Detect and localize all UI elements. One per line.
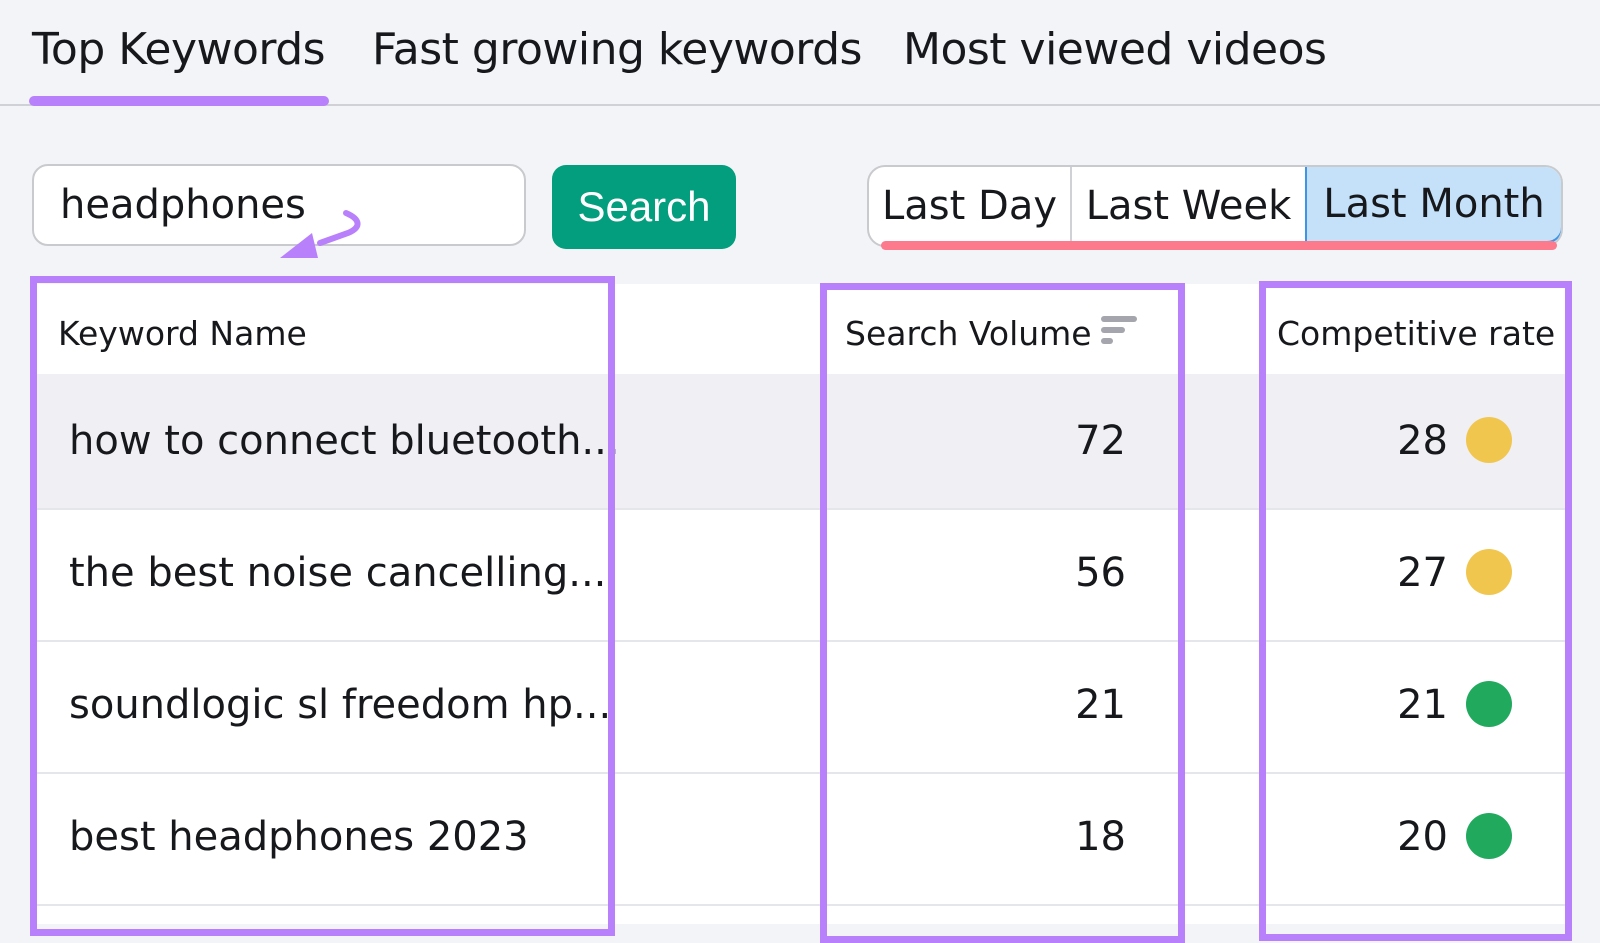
search-volume-cell: 18 [1075, 814, 1126, 860]
competitive-rate-cell: 27 [1397, 550, 1448, 596]
tab-top-keywords[interactable]: Top Keywords [32, 24, 326, 75]
sort-icon[interactable] [1099, 314, 1139, 348]
search-volume-cell: 21 [1075, 682, 1126, 728]
period-last-day[interactable]: Last Day [869, 167, 1072, 245]
keyword-cell: soundlogic sl freedom hp... [69, 682, 612, 728]
competitive-rate-dot-icon [1466, 549, 1512, 595]
keyword-cell: the best noise cancelling... [69, 550, 607, 596]
column-header-competitive-rate[interactable]: Competitive rate [1277, 314, 1555, 353]
competitive-rate-cell: 28 [1397, 418, 1448, 464]
table-row[interactable]: the best noise cancelling... 56 27 [36, 506, 1566, 642]
competitive-rate-dot-icon [1466, 681, 1512, 727]
competitive-rate-cell: 21 [1397, 682, 1448, 728]
keyword-cell: how to connect bluetooth... [69, 418, 620, 464]
table-row[interactable]: soundlogic sl freedom hp... 21 21 [36, 638, 1566, 774]
period-last-month[interactable]: Last Month [1305, 167, 1561, 243]
competitive-rate-cell: 20 [1397, 814, 1448, 860]
competitive-rate-dot-icon [1466, 813, 1512, 859]
search-volume-cell: 56 [1075, 550, 1126, 596]
table-row[interactable]: best headphones 2023 18 20 [36, 770, 1566, 906]
keyword-cell: best headphones 2023 [69, 814, 529, 860]
competitive-rate-dot-icon [1466, 417, 1512, 463]
search-volume-cell: 72 [1075, 418, 1126, 464]
period-selector: Last Day Last Week Last Month [867, 165, 1563, 247]
table-header: Keyword Name Search Volume Competitive r… [36, 284, 1566, 382]
tab-most-viewed-videos[interactable]: Most viewed videos [903, 24, 1327, 75]
tab-fast-growing-keywords[interactable]: Fast growing keywords [372, 24, 862, 75]
keywords-table: Keyword Name Search Volume Competitive r… [36, 284, 1566, 924]
tab-bar: Top Keywords Fast growing keywords Most … [0, 0, 1600, 106]
column-header-search-volume[interactable]: Search Volume [845, 314, 1092, 353]
annotation-arrow-icon [280, 210, 361, 258]
search-button[interactable]: Search [552, 165, 736, 249]
search-input[interactable] [32, 164, 526, 246]
period-last-week[interactable]: Last Week [1072, 167, 1305, 245]
active-tab-indicator [29, 96, 329, 106]
period-annotation-underline [881, 241, 1557, 250]
column-header-keyword-name[interactable]: Keyword Name [58, 314, 307, 353]
table-row[interactable]: how to connect bluetooth... 72 28 [36, 374, 1566, 510]
